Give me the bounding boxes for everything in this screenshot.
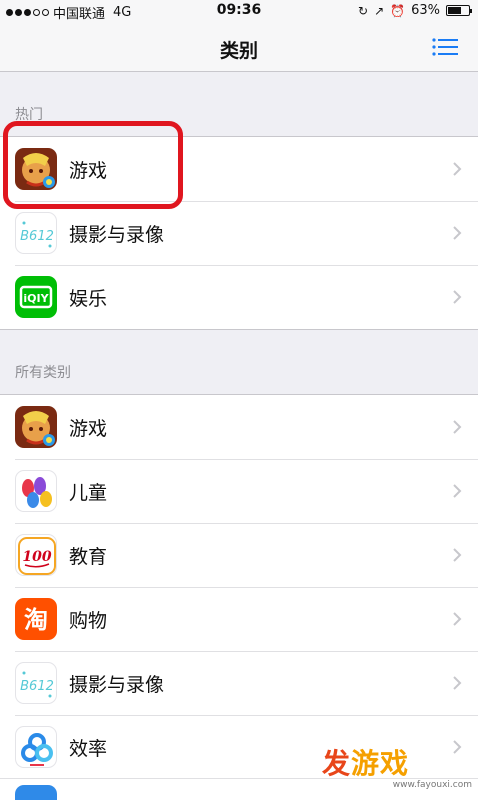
- watermark-logo: 发游戏: [322, 747, 410, 780]
- status-right: ↻ ↗ ⏰ 63%: [358, 3, 472, 18]
- list-menu-icon[interactable]: [432, 38, 458, 56]
- category-row-education[interactable]: 100 教育: [0, 523, 478, 587]
- category-row-photo-video[interactable]: B612 摄影与录像: [0, 651, 478, 715]
- baidu-cloud-icon: [15, 726, 57, 768]
- highlight-annotation: [3, 121, 183, 209]
- score-100-text: 100: [22, 549, 51, 565]
- chevron-right-icon: [453, 548, 462, 562]
- chevron-right-icon: [453, 226, 462, 240]
- kids-hands-icon: [15, 470, 57, 512]
- nav-bar: 类别: [0, 22, 478, 72]
- chevron-right-icon: [453, 676, 462, 690]
- category-row-shopping[interactable]: 淘 购物: [0, 587, 478, 651]
- location-arrow-icon: ↗: [374, 3, 385, 18]
- rotation-lock-icon: ↻: [358, 3, 369, 18]
- taobao-logo-text: 淘: [24, 606, 48, 634]
- section-header-all: 所有类别: [15, 365, 71, 381]
- score-100-icon: 100: [15, 534, 57, 576]
- alarm-clock-icon: ⏰: [390, 3, 406, 18]
- status-bar: 中国联通 4G 09:36 ↻ ↗ ⏰ 63%: [0, 0, 478, 22]
- category-row-entertainment[interactable]: iQIY 娱乐: [0, 265, 478, 329]
- battery-icon: [446, 5, 472, 16]
- category-label: 娱乐: [69, 287, 108, 310]
- all-category-list: 游戏 儿童 100 教育 淘 购物 B612 摄影与录像 效率: [0, 394, 478, 779]
- category-row-game[interactable]: 游戏: [0, 395, 478, 459]
- category-label: 摄影与录像: [69, 223, 165, 246]
- chevron-right-icon: [453, 612, 462, 626]
- category-label: 摄影与录像: [69, 673, 165, 696]
- app-icon-partial: [15, 785, 57, 800]
- b612-logo-text: B612: [20, 679, 54, 694]
- b612-logo-text: B612: [20, 229, 54, 244]
- iqiyi-logo-text: iQIY: [23, 292, 49, 305]
- battery-percent: 63%: [411, 3, 440, 18]
- category-label: 教育: [69, 545, 108, 568]
- b612-camera-icon: B612: [15, 662, 57, 704]
- chevron-right-icon: [453, 162, 462, 176]
- chevron-right-icon: [453, 420, 462, 434]
- category-label: 购物: [69, 609, 108, 632]
- watermark: 发游戏 www.fayouxi.com: [322, 742, 472, 790]
- category-label: 儿童: [69, 481, 108, 504]
- taobao-icon: 淘: [15, 598, 57, 640]
- category-label: 游戏: [69, 417, 108, 440]
- chevron-right-icon: [453, 290, 462, 304]
- watermark-url: www.fayouxi.com: [392, 780, 472, 790]
- iqiyi-icon: iQIY: [15, 276, 57, 318]
- battery-fill: [448, 7, 461, 14]
- category-row-photo-video[interactable]: B612 摄影与录像: [0, 201, 478, 265]
- b612-camera-icon: B612: [15, 212, 57, 254]
- page-title: 类别: [219, 40, 258, 62]
- game-icon: [15, 406, 57, 448]
- chevron-right-icon: [453, 484, 462, 498]
- category-row-kids[interactable]: 儿童: [0, 459, 478, 523]
